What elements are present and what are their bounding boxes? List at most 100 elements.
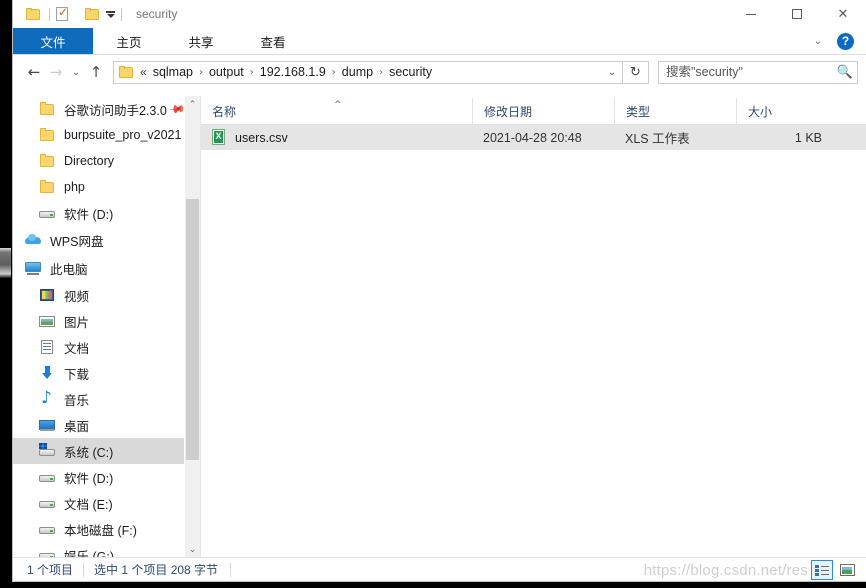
close-button[interactable] xyxy=(820,0,866,28)
sidebar-item-pictures[interactable]: 图片 xyxy=(13,308,184,334)
sidebar-item-music[interactable]: 音乐 xyxy=(13,386,184,412)
sidebar-item-drive-f[interactable]: 本地磁盘 (F:) xyxy=(13,516,184,542)
view-mode-buttons xyxy=(811,560,858,580)
title-bar: security xyxy=(13,0,866,28)
help-button[interactable]: ? xyxy=(837,32,854,50)
search-box[interactable]: 🔍 xyxy=(658,60,858,84)
ribbon-tabs: 文件 主页 共享 查看 ⌄ ? xyxy=(13,28,866,55)
sidebar-item-label: 此电脑 xyxy=(50,262,88,277)
sidebar-item-directory[interactable]: Directory xyxy=(13,148,184,174)
new-folder-icon[interactable] xyxy=(85,7,100,21)
breadcrumb-separator-4[interactable]: › xyxy=(377,67,385,78)
sidebar-item-this-pc[interactable]: 此电脑 xyxy=(13,254,184,282)
selection-info: 选中 1 个项目 208 字节 xyxy=(94,563,219,577)
sidebar-item-label: 谷歌访问助手2.3.0 xyxy=(64,103,167,118)
sidebar-item-label: WPS网盘 xyxy=(50,234,104,249)
column-header-type[interactable]: 类型 xyxy=(614,98,736,124)
sidebar-item-label: 下载 xyxy=(64,367,90,382)
sidebar-item-label: php xyxy=(64,180,85,194)
sidebar-item-label: 音乐 xyxy=(64,393,90,408)
tab-home[interactable]: 主页 xyxy=(93,28,165,54)
recent-locations-button[interactable]: ⌄ xyxy=(67,60,85,84)
maximize-button[interactable] xyxy=(774,0,820,28)
sidebar-item-drive-g[interactable]: 娱乐 (G:) xyxy=(13,542,184,558)
tab-share[interactable]: 共享 xyxy=(165,28,237,54)
sidebar-item-downloads[interactable]: 下载 xyxy=(13,360,184,386)
sidebar-item-drive-d[interactable]: 软件 (D:) xyxy=(13,464,184,490)
toolbar-divider-2 xyxy=(121,7,122,21)
scrollbar-thumb[interactable] xyxy=(186,199,199,460)
breadcrumb-separator-2[interactable]: › xyxy=(248,67,256,78)
column-header-size[interactable]: 大小 xyxy=(736,98,836,124)
cloud-icon xyxy=(25,232,43,248)
breadcrumb-dump[interactable]: dump xyxy=(338,65,377,79)
sidebar-item-label: burpsuite_pro_v2021 xyxy=(64,128,182,142)
sidebar-item-php[interactable]: php xyxy=(13,174,184,200)
csv-icon-glyph: X xyxy=(215,131,222,141)
column-header-label: 名称 xyxy=(212,104,237,119)
chevron-up-icon[interactable]: ⌃ xyxy=(185,96,200,113)
table-row[interactable]: X users.csv 2021-04-28 20:48 XLS 工作表 1 K… xyxy=(201,125,866,150)
ribbon-right-controls: ⌄ ? xyxy=(809,28,860,54)
sidebar-item-label: 软件 (D:) xyxy=(64,471,114,486)
column-headers: 名称 ^ 修改日期 类型 大小 xyxy=(201,96,866,125)
customize-quick-access-button[interactable] xyxy=(106,10,115,18)
tab-file[interactable]: 文件 xyxy=(13,28,93,54)
file-list-pane: 名称 ^ 修改日期 类型 大小 X users.csv 2021-04-28 2… xyxy=(200,96,866,558)
status-bar: 1 个项目 选中 1 个项目 208 字节 https://blog.csdn.… xyxy=(13,557,866,581)
minimize-button[interactable] xyxy=(728,0,774,28)
folder-icon[interactable] xyxy=(26,7,41,21)
forward-button[interactable]: → xyxy=(45,60,67,84)
navigation-pane: 谷歌访问助手2.3.0 📌 burpsuite_pro_v2021 Direct… xyxy=(13,96,184,558)
folder-icon xyxy=(39,153,57,169)
column-header-name[interactable]: 名称 ^ xyxy=(201,98,472,124)
breadcrumb-overflow[interactable]: « xyxy=(140,65,147,79)
desktop-background-left xyxy=(0,0,12,588)
sidebar-item-label: Directory xyxy=(64,154,115,168)
up-button[interactable]: ↑ xyxy=(85,60,107,84)
file-rows: X users.csv 2021-04-28 20:48 XLS 工作表 1 K… xyxy=(201,125,866,150)
sidebar-item-label: 图片 xyxy=(64,315,90,330)
file-size: 1 KB xyxy=(794,130,822,145)
sidebar-item-label: 软件 (D:) xyxy=(64,207,114,222)
breadcrumb-host[interactable]: 192.168.1.9 xyxy=(256,65,330,79)
address-bar-right: ⌄ xyxy=(602,67,622,78)
item-count: 1 个项目 xyxy=(27,563,74,577)
sidebar-item-drive-e[interactable]: 文档 (E:) xyxy=(13,490,184,516)
search-icon[interactable]: 🔍 xyxy=(833,65,857,80)
properties-checkmark-icon[interactable] xyxy=(56,5,69,22)
chevron-down-icon[interactable]: ⌄ xyxy=(602,67,622,78)
file-name-cell: X users.csv xyxy=(201,129,472,146)
file-explorer-window: security 文件 主页 共享 查看 ⌄ ? ← → ⌄ ↑ « sqlma… xyxy=(12,0,866,582)
navigation-pane-scrollbar[interactable]: ⌃ ⌄ xyxy=(184,96,200,558)
breadcrumb-security[interactable]: security xyxy=(385,65,436,79)
search-input[interactable] xyxy=(659,64,833,80)
large-icons-view-icon xyxy=(839,564,855,576)
sidebar-item-desktop[interactable]: 桌面 xyxy=(13,412,184,438)
status-divider-2 xyxy=(230,562,232,577)
breadcrumb-sqlmap[interactable]: sqlmap xyxy=(149,65,197,79)
sidebar-item-drive-d-quick[interactable]: 软件 (D:) xyxy=(13,200,184,226)
sidebar-item-videos[interactable]: 视频 xyxy=(13,282,184,308)
sidebar-item-wps-cloud[interactable]: WPS网盘 xyxy=(13,226,184,254)
sidebar-item-documents[interactable]: 文档 xyxy=(13,334,184,360)
chevron-down-icon[interactable]: ⌄ xyxy=(809,32,827,50)
sidebar-item-system-c[interactable]: 系统 (C:) xyxy=(13,438,184,464)
sidebar-item-burpsuite[interactable]: burpsuite_pro_v2021 xyxy=(13,122,184,148)
drive-icon xyxy=(39,469,57,485)
details-view-button[interactable] xyxy=(811,560,833,580)
breadcrumb-separator-3[interactable]: › xyxy=(330,67,338,78)
sidebar-item-google-helper[interactable]: 谷歌访问助手2.3.0 📌 xyxy=(13,96,184,122)
tab-view[interactable]: 查看 xyxy=(237,28,309,54)
refresh-button[interactable]: ↻ xyxy=(623,60,649,84)
breadcrumb-separator-1[interactable]: › xyxy=(197,67,205,78)
address-bar[interactable]: « sqlmap › output › 192.168.1.9 › dump ›… xyxy=(113,60,623,84)
back-button[interactable]: ← xyxy=(23,60,45,84)
breadcrumb-output[interactable]: output xyxy=(205,65,248,79)
column-header-date[interactable]: 修改日期 xyxy=(472,98,614,124)
window-title: security xyxy=(136,7,178,21)
drive-icon xyxy=(39,205,57,221)
chevron-down-icon[interactable]: ⌄ xyxy=(185,541,200,558)
status-divider xyxy=(83,562,85,577)
large-icons-view-button[interactable] xyxy=(836,560,858,580)
